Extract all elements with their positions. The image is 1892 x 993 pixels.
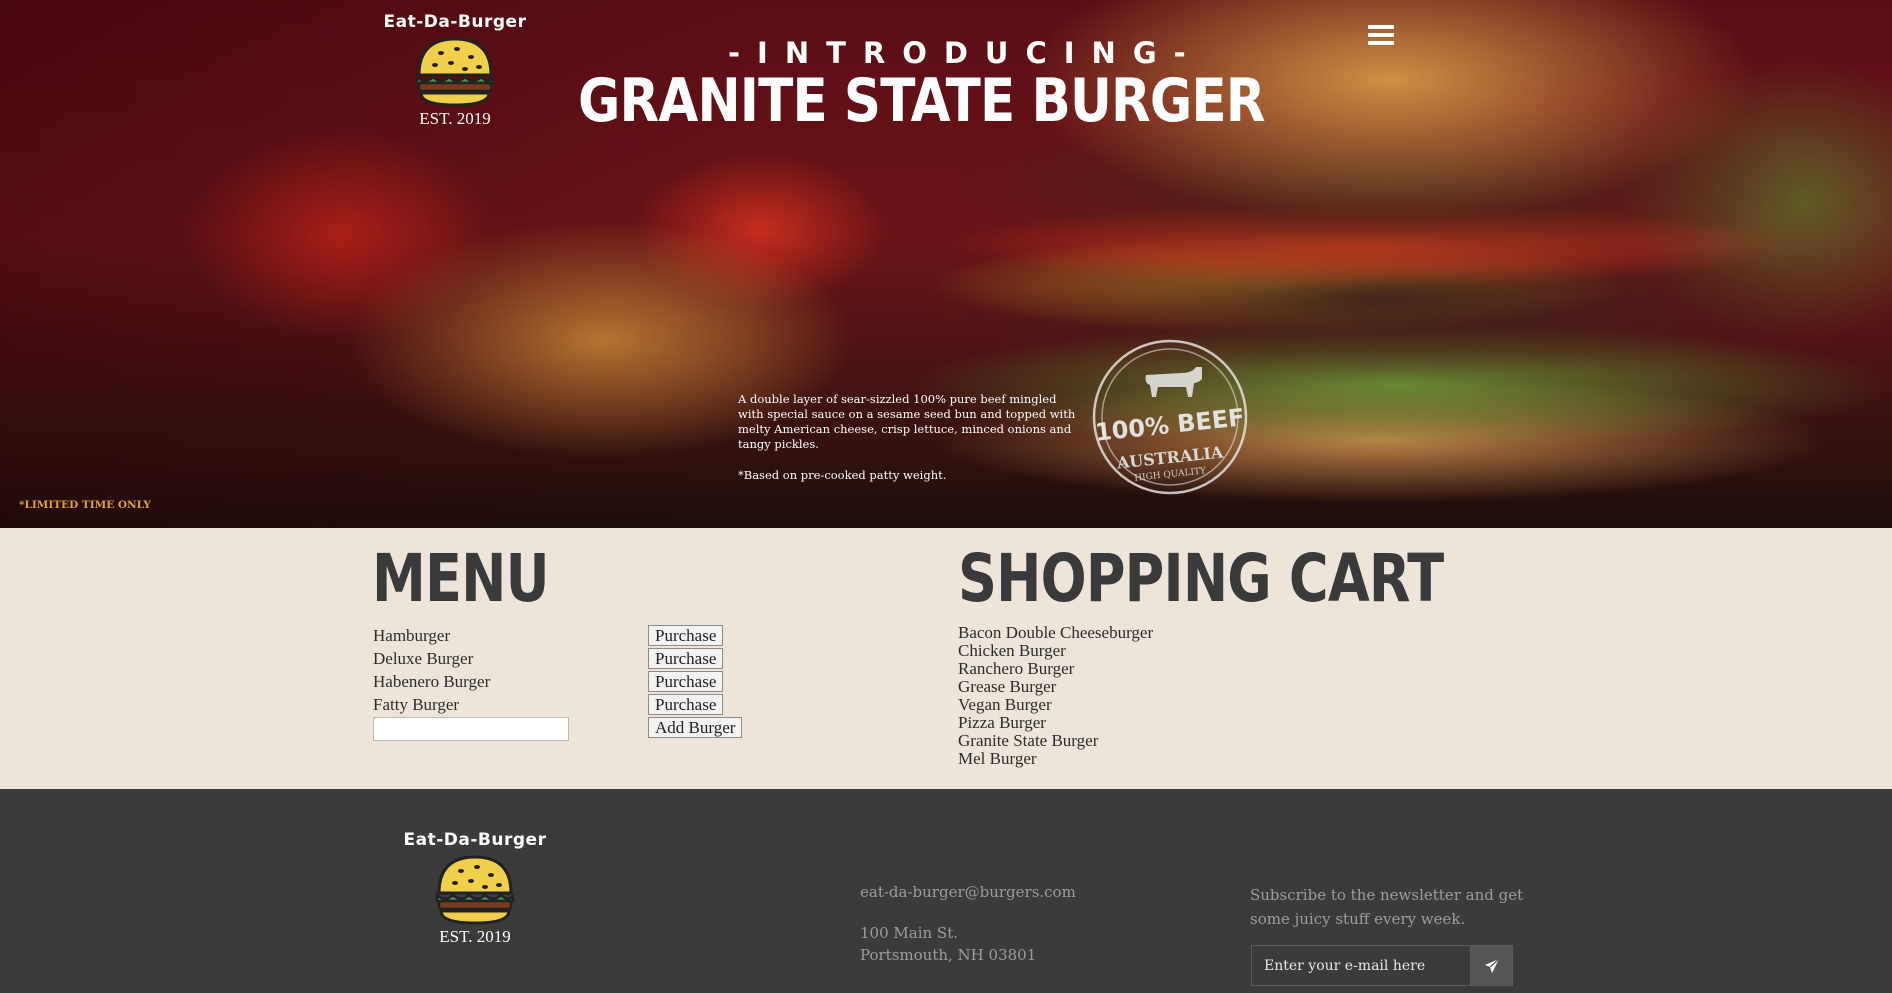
burger-icon bbox=[415, 37, 495, 107]
shopping-cart-heading: SHOPPING CART bbox=[958, 540, 1444, 617]
paper-plane-icon bbox=[1484, 958, 1499, 973]
cow-icon bbox=[1145, 367, 1202, 397]
footer-logo[interactable]: Eat-Da-Burger EST. 2019 bbox=[400, 830, 550, 947]
footer-brand-name: Eat-Da-Burger bbox=[403, 830, 547, 850]
purchase-button[interactable]: Purchase bbox=[648, 671, 724, 692]
address-line-1: 100 Main St. bbox=[860, 924, 958, 942]
beef-stamp-badge: 100% BEEF AUSTRALIA HIGH QUALITY bbox=[1092, 339, 1248, 495]
cart-list: Bacon Double Cheeseburger Chicken Burger… bbox=[958, 624, 1153, 768]
stamp-country-text: AUSTRALIA bbox=[1115, 442, 1225, 472]
add-burger-button[interactable]: Add Burger bbox=[648, 717, 743, 738]
hero-banner: Eat-Da-Burger EST. 2019 -INTRODUCING- GR… bbox=[0, 0, 1892, 528]
site-logo[interactable]: Eat-Da-Burger EST. 2019 bbox=[380, 12, 530, 129]
cart-item: Ranchero Burger bbox=[958, 659, 1075, 678]
hero-footnote: *Based on pre-cooked patty weight. bbox=[738, 468, 947, 482]
footer-established-year: EST. 2019 bbox=[439, 927, 511, 946]
contact-email[interactable]: eat-da-burger@burgers.com bbox=[860, 883, 1076, 901]
newsletter-form bbox=[1251, 945, 1513, 986]
cart-item: Mel Burger bbox=[958, 749, 1037, 768]
menu-item-name: Deluxe Burger bbox=[373, 649, 474, 668]
burger-icon bbox=[435, 855, 515, 925]
purchase-button[interactable]: Purchase bbox=[648, 694, 724, 715]
menu-item-name: Fatty Burger bbox=[373, 695, 460, 714]
address-line-2: Portsmouth, NH 03801 bbox=[860, 946, 1037, 964]
menu-item-name: Hamburger bbox=[373, 626, 451, 645]
contact-address: 100 Main St. Portsmouth, NH 03801 bbox=[860, 922, 1036, 966]
cart-item: Chicken Burger bbox=[958, 641, 1066, 660]
cart-item: Grease Burger bbox=[958, 677, 1057, 696]
cart-item: Bacon Double Cheeseburger bbox=[958, 623, 1154, 642]
purchase-button[interactable]: Purchase bbox=[648, 625, 724, 646]
hero-kicker: -INTRODUCING- bbox=[728, 36, 1203, 70]
purchase-button[interactable]: Purchase bbox=[648, 648, 724, 669]
newsletter-submit-button[interactable] bbox=[1470, 946, 1512, 985]
limited-time-label: *LIMITED TIME ONLY bbox=[19, 499, 151, 511]
hero-description: A double layer of sear-sizzled 100% pure… bbox=[738, 392, 1076, 451]
cart-item: Granite State Burger bbox=[958, 731, 1099, 750]
new-burger-input[interactable] bbox=[373, 717, 569, 741]
cart-item: Vegan Burger bbox=[958, 695, 1052, 714]
menu-heading: MENU bbox=[372, 540, 550, 617]
cart-item: Pizza Burger bbox=[958, 713, 1046, 732]
stamp-main-text: 100% BEEF bbox=[1094, 403, 1246, 447]
newsletter-text: Subscribe to the newsletter and get some… bbox=[1250, 886, 1524, 928]
hero-title: GRANITE STATE BURGER bbox=[578, 66, 1265, 136]
menu-item-name: Habenero Burger bbox=[373, 672, 491, 691]
established-year: EST. 2019 bbox=[419, 109, 491, 128]
brand-name: Eat-Da-Burger bbox=[383, 12, 527, 32]
newsletter-email-input[interactable] bbox=[1252, 946, 1470, 985]
hamburger-menu-icon[interactable] bbox=[1368, 25, 1394, 45]
